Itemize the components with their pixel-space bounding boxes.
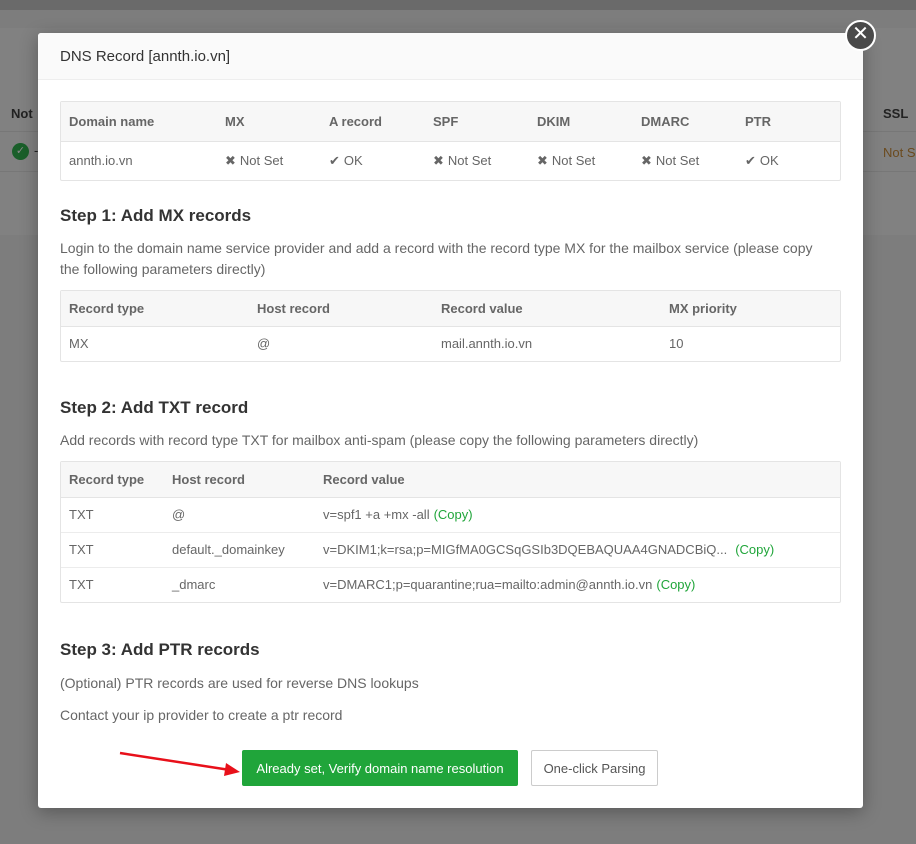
spf-value: v=spf1 +a +mx -all xyxy=(323,507,430,522)
table-row: annth.io.vn ✖ Not Set ✔ OK ✖ Not Set ✖ Not S… xyxy=(61,141,840,180)
table-row: TXT @ v=spf1 +a +mx -all (Copy) xyxy=(61,497,840,533)
spf-status-text: Not Set xyxy=(447,152,492,168)
step2-description: Add records with record type TXT for mai… xyxy=(60,432,699,448)
ptr-status: ✔ OK xyxy=(737,141,840,180)
col-host-record: Host record xyxy=(164,462,315,498)
col-record-type: Record type xyxy=(61,291,249,327)
mx-status-text: Not Set xyxy=(239,152,284,168)
copy-dmarc-link[interactable]: (Copy) xyxy=(656,577,695,592)
txt-type-cell: TXT xyxy=(61,532,164,568)
step3-title: Step 3: Add PTR records xyxy=(60,640,260,659)
dkim-status-text: Not Set xyxy=(551,152,596,168)
a-record-status-text: OK xyxy=(343,152,363,168)
cross-icon: ✖ xyxy=(433,152,444,168)
mx-value-cell: mail.annth.io.vn xyxy=(441,336,533,352)
col-ptr: PTR xyxy=(737,102,840,142)
txt-value-cell: v=DMARC1;p=quarantine;rua=mailto:admin@a… xyxy=(315,567,840,602)
modal-title: DNS Record [annth.io.vn] xyxy=(38,33,863,80)
txt-value-cell: v=spf1 +a +mx -all (Copy) xyxy=(315,497,840,533)
col-spf: SPF xyxy=(425,102,529,142)
step3-description: (Optional) PTR records are used for reve… xyxy=(60,675,419,691)
txt-record-table: Record type Host record Record value TXT… xyxy=(60,461,841,603)
dkim-value: v=DKIM1;k=rsa;p=MIGfMA0GCSqGSIb3DQEBAQUA… xyxy=(323,542,728,557)
col-record-type: Record type xyxy=(61,462,164,498)
col-dmarc: DMARC xyxy=(633,102,737,142)
txt-type-cell: TXT xyxy=(61,497,164,533)
dmarc-status-text: Not Set xyxy=(655,152,700,168)
annotation-arrow-icon xyxy=(119,751,240,776)
txt-host-cell: default._domainkey xyxy=(164,532,315,568)
table-row: TXT default._domainkey v=DKIM1;k=rsa;p=M… xyxy=(61,532,840,568)
col-mx-priority: MX priority xyxy=(661,291,840,327)
col-mx: MX xyxy=(217,102,321,142)
col-record-value: Record value xyxy=(433,291,661,327)
step1-description: Login to the domain name service provide… xyxy=(60,240,813,277)
check-icon: ✔ xyxy=(329,152,340,168)
cross-icon: ✖ xyxy=(225,152,236,168)
txt-type-cell: TXT xyxy=(69,577,94,593)
background-topbar xyxy=(0,0,916,10)
dmarc-status: ✖ Not Set xyxy=(633,141,737,180)
step2-title: Step 2: Add TXT record xyxy=(60,398,249,417)
cross-icon: ✖ xyxy=(537,152,548,168)
table-row: MX @ mail.annth.io.vn 10 xyxy=(61,326,840,361)
col-domain-name: Domain name xyxy=(61,102,217,142)
dkim-status: ✖ Not Set xyxy=(529,141,633,180)
check-circle-icon: ✓ xyxy=(12,143,29,160)
domain-cell: annth.io.vn xyxy=(69,153,133,169)
copy-dkim-link[interactable]: (Copy) xyxy=(735,542,774,557)
step1-title: Step 1: Add MX records xyxy=(60,206,252,225)
check-icon: ✔ xyxy=(745,152,756,168)
mx-type-cell: MX xyxy=(69,336,89,352)
cross-icon: ✖ xyxy=(641,152,652,168)
col-dkim: DKIM xyxy=(529,102,633,142)
mx-host-cell: @ xyxy=(257,336,271,352)
table-row: TXT _dmarc v=DMARC1;p=quarantine;rua=mai… xyxy=(61,567,840,602)
txt-host-cell: @ xyxy=(164,497,315,533)
col-record-value: Record value xyxy=(315,462,840,498)
dns-record-modal: DNS Record [annth.io.vn] Domain name MX … xyxy=(38,33,863,808)
col-host-record: Host record xyxy=(249,291,433,327)
mx-status: ✖ Not Set xyxy=(217,141,321,180)
dmarc-value: v=DMARC1;p=quarantine;rua=mailto:admin@a… xyxy=(323,577,653,593)
close-icon[interactable]: ✕ xyxy=(845,20,876,51)
a-record-status: ✔ OK xyxy=(321,141,425,180)
txt-host-cell: _dmarc xyxy=(172,577,216,593)
col-a-record: A record xyxy=(321,102,425,142)
background-row-ssl: Not S xyxy=(883,145,916,160)
txt-value-cell: v=DKIM1;k=rsa;p=MIGfMA0GCSqGSIb3DQEBAQUA… xyxy=(315,532,840,568)
background-col-ssl: SSL xyxy=(883,106,909,121)
step3-contact-text: Contact your ip provider to create a ptr… xyxy=(60,707,343,723)
background-col-not: Not xyxy=(11,106,33,121)
mx-record-table: Record type Host record Record value MX … xyxy=(60,290,841,362)
spf-status: ✖ Not Set xyxy=(425,141,529,180)
copy-spf-link[interactable]: (Copy) xyxy=(434,507,473,522)
verify-resolution-button[interactable]: Already set, Verify domain name resoluti… xyxy=(242,750,518,786)
one-click-parsing-button[interactable]: One-click Parsing xyxy=(531,750,658,786)
mx-priority-cell: 10 xyxy=(669,336,684,352)
ptr-status-text: OK xyxy=(759,152,779,168)
dns-status-table: Domain name MX A record SPF DKIM DMARC P… xyxy=(60,101,841,181)
